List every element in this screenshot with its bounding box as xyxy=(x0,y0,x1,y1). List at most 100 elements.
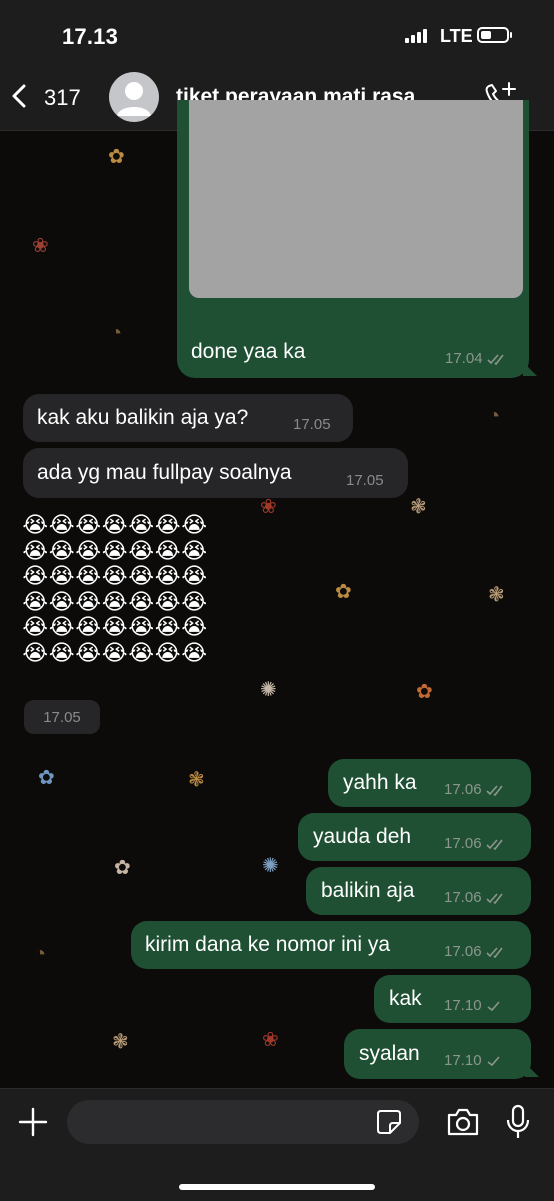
double-check-icon xyxy=(485,838,503,850)
crying-emoji: 😭 xyxy=(101,512,128,537)
crying-emoji: 😭 xyxy=(22,512,49,537)
flower-doodle-icon: ✿ xyxy=(114,857,131,879)
crying-emoji: 😭 xyxy=(22,639,49,665)
message-input[interactable] xyxy=(67,1100,419,1144)
crying-emoji: 😭 xyxy=(154,512,181,537)
avatar[interactable] xyxy=(109,72,159,122)
crying-emoji: 😭 xyxy=(48,639,75,665)
mouse-doodle-icon: ◔ xyxy=(110,322,123,344)
crying-emoji: 😭 xyxy=(154,537,181,563)
crying-emoji: 😭 xyxy=(48,537,75,563)
status-time: 17.13 xyxy=(62,24,119,49)
crying-emoji: 😭 xyxy=(75,588,102,614)
status-bar: 17.13 LTE xyxy=(0,0,554,64)
message-meta: 17.04 xyxy=(445,350,509,367)
mic-icon xyxy=(506,1104,530,1138)
flower-doodle-icon: ✿ xyxy=(416,681,433,703)
avatar-icon xyxy=(117,82,151,116)
mouse-doodle-icon: ◔ xyxy=(488,405,501,427)
message-text: yauda deh xyxy=(313,825,412,848)
crying-emoji: 😭 xyxy=(101,588,128,614)
attach-button[interactable] xyxy=(16,1105,50,1139)
double-check-icon xyxy=(485,892,503,904)
message-text: ada yg mau fullpay soalnya xyxy=(37,461,292,484)
crying-emoji: 😭 xyxy=(48,563,75,588)
bubble-tail xyxy=(525,1063,539,1077)
message-time: 17.06 xyxy=(444,781,482,798)
crying-emoji: 😭 xyxy=(75,563,102,588)
flower-doodle-icon: ✺ xyxy=(260,679,277,701)
message-bubble-outgoing[interactable]: yauda deh 17.06 xyxy=(298,813,531,861)
message-text: kak aku balikin aja ya? xyxy=(37,406,249,429)
crying-emoji: 😭 xyxy=(101,614,128,639)
flower-doodle-icon: ✿ xyxy=(108,146,125,168)
crying-emoji: 😭 xyxy=(75,639,102,665)
message-bubble-incoming[interactable]: ada yg mau fullpay soalnya 17.05 xyxy=(23,448,408,498)
network-label: LTE xyxy=(440,26,473,46)
home-indicator[interactable] xyxy=(179,1184,375,1190)
message-bubble-outgoing[interactable]: kak 17.10 xyxy=(374,975,531,1023)
message-meta: 17.06 xyxy=(444,835,508,852)
crying-emoji: 😭 xyxy=(128,614,155,639)
double-check-icon xyxy=(485,784,503,796)
message-bubble-outgoing[interactable]: done yaa ka 17.04 xyxy=(177,100,529,378)
double-check-icon xyxy=(486,353,504,365)
camera-icon xyxy=(447,1108,479,1136)
crying-emoji: 😭 xyxy=(22,614,49,639)
crying-emoji: 😭 xyxy=(154,563,181,588)
crying-emoji: 😭 xyxy=(154,614,181,639)
flower-doodle-icon: ❀ xyxy=(32,235,49,257)
crying-emoji: 😭 xyxy=(128,512,155,537)
message-time: 17.06 xyxy=(444,943,482,960)
message-bubble-outgoing[interactable]: syalan 17.10 xyxy=(344,1029,531,1079)
message-time: 17.10 xyxy=(444,997,482,1014)
crying-emoji: 😭 xyxy=(181,563,208,588)
message-text: balikin aja xyxy=(321,879,415,902)
message-time: 17.05 xyxy=(293,416,331,433)
message-bubble-outgoing[interactable]: yahh ka 17.06 xyxy=(328,759,531,807)
crying-emoji: 😭 xyxy=(181,588,208,614)
message-bubble-outgoing[interactable]: balikin aja 17.06 xyxy=(306,867,531,915)
crying-emoji: 😭 xyxy=(128,588,155,614)
crying-emoji: 😭 xyxy=(75,614,102,639)
flower-doodle-icon: ✺ xyxy=(262,855,279,877)
crying-emoji: 😭 xyxy=(181,537,208,563)
plus-icon xyxy=(18,1107,48,1137)
double-check-icon xyxy=(485,946,503,958)
message-time: 17.05 xyxy=(346,472,384,489)
crying-emoji: 😭 xyxy=(128,537,155,563)
crying-emoji: 😭 xyxy=(128,563,155,588)
crying-emoji: 😭 xyxy=(154,588,181,614)
crying-emoji: 😭 xyxy=(101,639,128,665)
sticker-button[interactable] xyxy=(375,1108,403,1136)
message-text: yahh ka xyxy=(343,771,417,794)
single-check-icon xyxy=(487,1055,500,1066)
message-bubble-outgoing[interactable]: kirim dana ke nomor ini ya 17.06 xyxy=(131,921,531,969)
crying-emoji: 😭 xyxy=(154,639,181,665)
mouse-doodle-icon: ◔ xyxy=(34,943,47,965)
mic-button[interactable] xyxy=(505,1103,531,1141)
camera-button[interactable] xyxy=(445,1106,481,1138)
crying-emoji: 😭 xyxy=(48,512,75,537)
message-bubble-incoming[interactable]: kak aku balikin aja ya? 17.05 xyxy=(23,394,353,442)
crying-emoji: 😭 xyxy=(101,563,128,588)
crying-emoji: 😭 xyxy=(22,537,49,563)
message-time: 17.10 xyxy=(444,1052,482,1069)
flower-doodle-icon: ❀ xyxy=(262,1029,279,1051)
flower-doodle-icon: ❃ xyxy=(488,584,505,606)
message-text: syalan xyxy=(359,1042,420,1065)
emoji-message[interactable]: 😭 😭 😭 😭 😭 😭 😭 😭 😭 😭 😭 😭 😭 😭 😭 😭 😭 😭 😭 😭 😭 😭 😭 😭 😭 😭 😭 😭 😭 😭 😭 😭 😭 😭 😭 😭 😭 😭 😭 😭… xyxy=(22,512,208,665)
flower-doodle-icon: ❃ xyxy=(188,769,205,791)
crying-emoji: 😭 xyxy=(22,588,49,614)
single-check-icon xyxy=(487,1000,500,1011)
message-meta: 17.06 xyxy=(444,781,508,798)
photo-attachment[interactable] xyxy=(189,100,523,298)
crying-emoji: 😭 xyxy=(181,639,208,665)
crying-emoji: 😭 xyxy=(128,639,155,665)
crying-emoji: 😭 xyxy=(75,512,102,537)
message-time: 17.05 xyxy=(24,700,100,734)
signal-icon xyxy=(405,29,427,43)
message-text: kak xyxy=(389,987,422,1010)
unread-count[interactable]: 317 xyxy=(44,85,81,111)
crying-emoji: 😭 xyxy=(48,588,75,614)
